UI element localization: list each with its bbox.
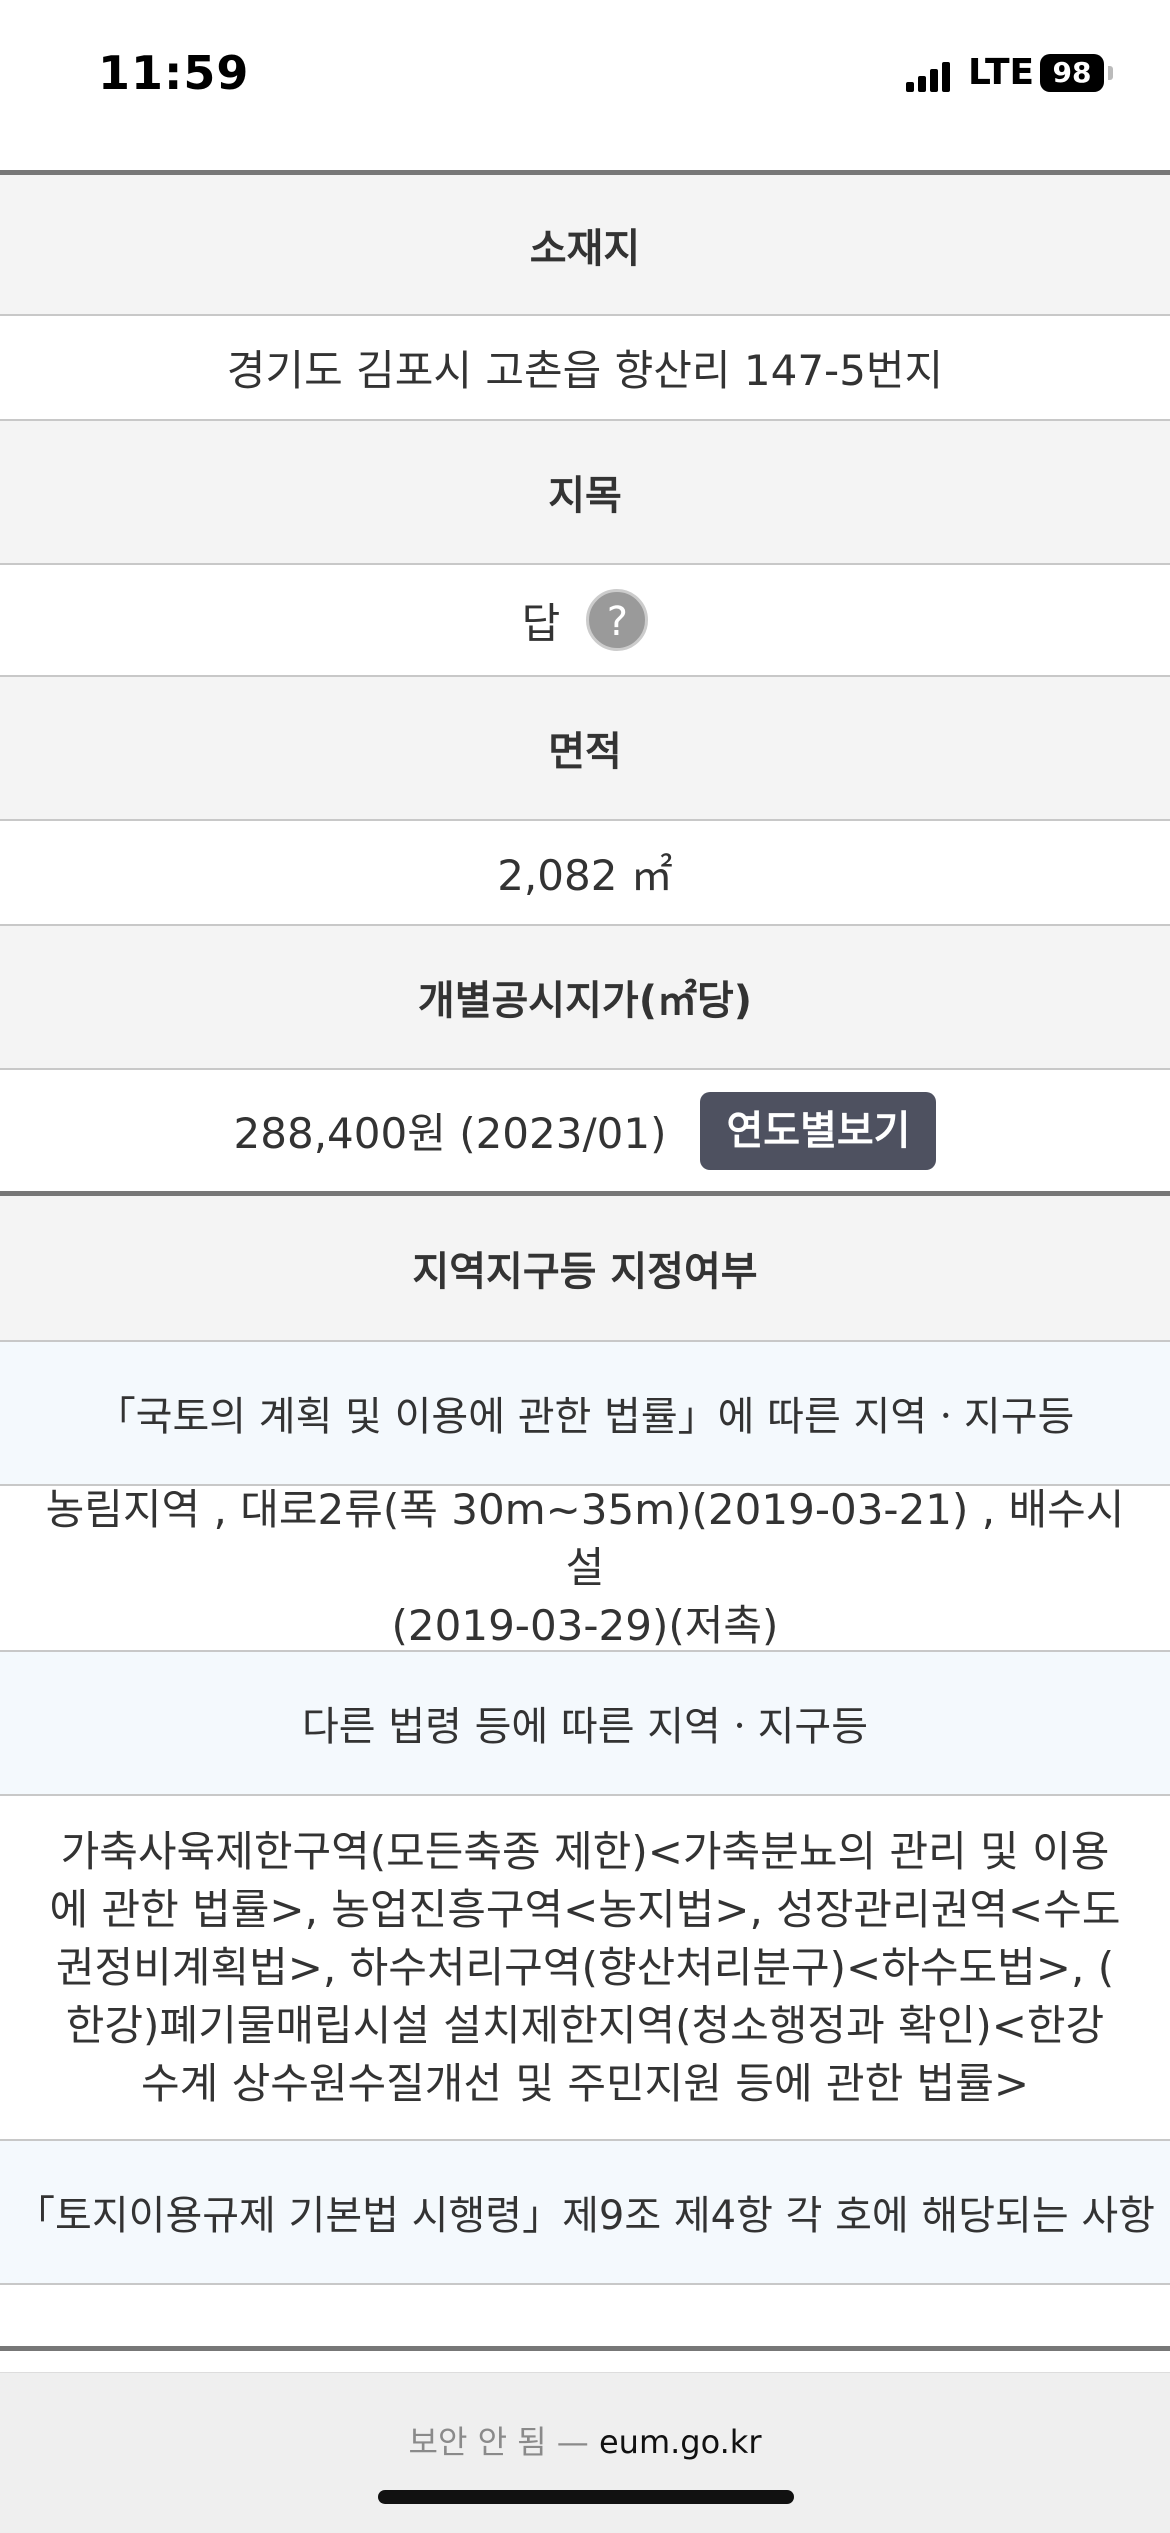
price-label: 개별공시지가(㎡당) xyxy=(417,978,753,1024)
home-indicator[interactable] xyxy=(378,2490,794,2504)
area-value: 2,082 ㎡ xyxy=(497,851,673,900)
content-line: 한강)폐기물매립시설 설치제한지역(청소행정과 확인)<한강 xyxy=(65,2000,1105,2050)
land-info-table: 소재지 경기도 김포시 고촌읍 향산리 147-5번지 지목 답 ? 면적 2,… xyxy=(0,170,1170,2351)
other-laws-content: 가축사육제한구역(모든축종 제한)<가축분뇨의 관리 및 이용 에 관한 법률>… xyxy=(50,1823,1121,2113)
address-text[interactable]: 보안 안 됨 — eum.go.kr xyxy=(0,2417,1170,2463)
content-line: 에 관한 법률>, 농업진흥구역<농지법>, 성장관리권역<수도 xyxy=(49,1884,1121,1934)
land-category-label: 지목 xyxy=(548,473,622,519)
other-laws-title: 다른 법령 등에 따른 지역ㆍ지구등 xyxy=(301,1704,869,1750)
browser-address-bar[interactable]: 보안 안 됨 — eum.go.kr xyxy=(0,2372,1170,2533)
status-bar: 11:59 LTE 98 xyxy=(0,0,1170,170)
status-time: 11:59 xyxy=(98,46,250,100)
help-icon[interactable]: ? xyxy=(586,589,649,651)
price-row: 288,400원 (2023/01) 연도별보기 xyxy=(0,1070,1170,1196)
location-header: 소재지 xyxy=(0,170,1170,316)
price-value: 288,400원 (2023/01) xyxy=(233,1109,667,1158)
land-use-regulation-header: 「토지이용규제 기본법 시행령」제9조 제4항 각 호에 해당되는 사항 xyxy=(0,2141,1170,2285)
security-warning: 보안 안 됨 — xyxy=(408,2423,589,2461)
national-planning-law-content: 농림지역 , 대로2류(폭 30m~35m)(2019-03-21) , 배수시… xyxy=(30,1481,1140,1655)
location-row: 경기도 김포시 고촌읍 향산리 147-5번지 xyxy=(0,316,1170,421)
content-line: 농림지역 , 대로2류(폭 30m~35m)(2019-03-21) , 배수시… xyxy=(45,1485,1125,1592)
other-laws-row: 가축사육제한구역(모든축종 제한)<가축분뇨의 관리 및 이용 에 관한 법률>… xyxy=(0,1796,1170,2141)
national-planning-law-row: 농림지역 , 대로2류(폭 30m~35m)(2019-03-21) , 배수시… xyxy=(0,1485,1170,1652)
zoning-label: 지역지구등 지정여부 xyxy=(412,1249,758,1295)
land-category-value: 답 xyxy=(521,598,561,648)
view-by-year-button[interactable]: 연도별보기 xyxy=(700,1091,937,1170)
national-planning-law-header: 「국토의 계획 및 이용에 관한 법률」에 따른 지역ㆍ지구등 xyxy=(0,1342,1170,1486)
area-label: 면적 xyxy=(548,729,622,775)
content-line: 가축사육제한구역(모든축종 제한)<가축분뇨의 관리 및 이용 xyxy=(60,1826,1110,1876)
national-planning-law-title: 「국토의 계획 및 이용에 관한 법률」에 따른 지역ㆍ지구등 xyxy=(95,1394,1075,1440)
location-value: 경기도 김포시 고촌읍 향산리 147-5번지 xyxy=(226,346,944,395)
content-line: (2019-03-29)(저촉) xyxy=(391,1601,779,1650)
network-type: LTE xyxy=(968,52,1035,93)
signal-icon xyxy=(906,62,950,92)
other-laws-header: 다른 법령 등에 따른 지역ㆍ지구등 xyxy=(0,1652,1170,1796)
land-category-row: 답 ? xyxy=(0,565,1170,677)
area-row: 2,082 ㎡ xyxy=(0,821,1170,926)
land-use-regulation-row xyxy=(0,2285,1170,2351)
zoning-header: 지역지구등 지정여부 xyxy=(0,1196,1170,1342)
content-line: 수계 상수원수질개선 및 주민지원 등에 관한 법률> xyxy=(140,2058,1030,2108)
land-category-header: 지목 xyxy=(0,421,1170,565)
content-line: 권정비계획법>, 하수처리구역(향산처리분구)<하수도법>, ( xyxy=(55,1942,1115,1992)
battery-icon: 98 xyxy=(1040,54,1104,92)
location-label: 소재지 xyxy=(529,225,641,272)
battery-tip xyxy=(1108,66,1113,80)
domain-text: eum.go.kr xyxy=(598,2423,762,2461)
price-header: 개별공시지가(㎡당) xyxy=(0,926,1170,1070)
land-use-regulation-title: 「토지이용규제 기본법 시행령」제9조 제4항 각 호에 해당되는 사항 xyxy=(15,2193,1155,2239)
area-header: 면적 xyxy=(0,677,1170,821)
